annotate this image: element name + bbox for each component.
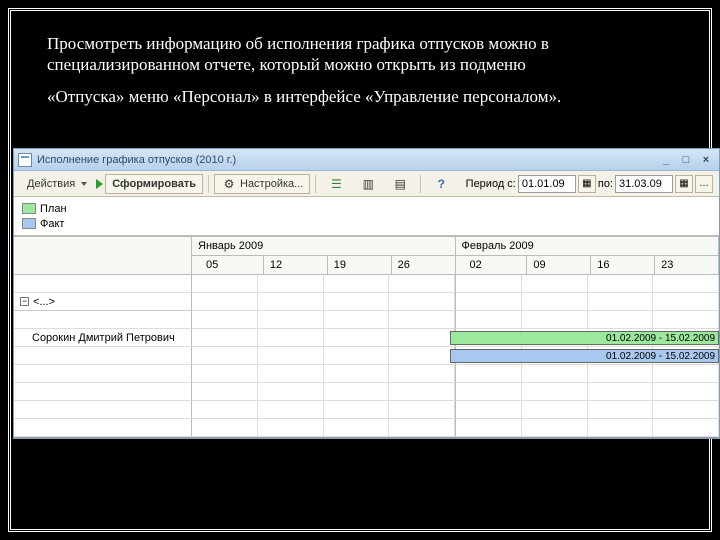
run-arrow-icon	[96, 179, 103, 189]
week-cell: 19	[328, 256, 392, 275]
page-icon: ▥	[360, 176, 376, 192]
separator	[315, 175, 316, 193]
fact-label: Факт	[40, 218, 64, 230]
spacer-row	[14, 311, 719, 329]
toolbar: Действия Сформировать ⚙ Настройка... ☰ ▥…	[14, 171, 719, 197]
spacer-row	[14, 383, 719, 401]
fact-swatch	[22, 218, 36, 229]
generate-button[interactable]: Сформировать	[105, 174, 203, 194]
sheet-icon: ▤	[392, 176, 408, 192]
plan-swatch	[22, 203, 36, 214]
help-button[interactable]: ?	[426, 174, 456, 194]
fact-bar[interactable]: 01.02.2009 - 15.02.2009	[450, 349, 719, 363]
generate-label: Сформировать	[112, 178, 196, 190]
gantt-grid: Январь 2009 Февраль 2009 05 12 19 26 02 …	[14, 236, 719, 438]
legend-plan: План	[22, 201, 711, 216]
plan-label: План	[40, 203, 67, 215]
legend-fact: Факт	[22, 216, 711, 231]
name-column-header	[14, 237, 192, 275]
fact-bar-label: 01.02.2009 - 15.02.2009	[606, 351, 715, 362]
actions-menu[interactable]: Действия	[20, 174, 94, 194]
chevron-down-icon	[81, 182, 87, 186]
week-cell: 26	[392, 256, 456, 275]
maximize-button[interactable]: □	[677, 153, 695, 167]
spacer-row	[14, 275, 719, 293]
grid-body: − <...> Сорокин Дмитрий Петрович	[14, 275, 719, 437]
period-picker-icon[interactable]: …	[695, 175, 713, 193]
week-cell: 12	[264, 256, 328, 275]
plan-bar[interactable]: 01.02.2009 - 15.02.2009	[450, 331, 719, 345]
collapse-icon[interactable]: −	[20, 297, 29, 306]
list-icon: ☰	[328, 176, 344, 192]
window-title: Исполнение графика отпусков (2010 г.)	[37, 154, 655, 166]
document-icon	[18, 153, 32, 167]
close-button[interactable]: ×	[697, 153, 715, 167]
description-block: Просмотреть информацию об исполнения гра…	[11, 11, 709, 125]
week-cell: 09	[527, 256, 591, 275]
week-cell: 16	[591, 256, 655, 275]
calendar-to-icon[interactable]: ▦	[675, 175, 693, 193]
week-cell: 05	[192, 256, 264, 275]
titlebar[interactable]: Исполнение графика отпусков (2010 г.) _ …	[14, 149, 719, 171]
tool-icon-3[interactable]: ▤	[385, 174, 415, 194]
employee-plan-row[interactable]: Сорокин Дмитрий Петрович 01.02.2009 - 15…	[14, 329, 719, 347]
period-from-label: Период с:	[466, 178, 516, 190]
plan-bar-label: 01.02.2009 - 15.02.2009	[606, 333, 715, 344]
spacer-row	[14, 401, 719, 419]
group-row[interactable]: − <...>	[14, 293, 719, 311]
period-to-input[interactable]	[615, 175, 673, 193]
tool-icon-2[interactable]: ▥	[353, 174, 383, 194]
month-columns: Январь 2009 Февраль 2009 05 12 19 26 02 …	[192, 237, 719, 275]
settings-button[interactable]: ⚙ Настройка...	[214, 174, 310, 194]
description-line-2: «Отпуска» меню «Персонал» в интерфейсе «…	[47, 86, 679, 107]
period-from-input[interactable]	[518, 175, 576, 193]
calendar-from-icon[interactable]: ▦	[578, 175, 596, 193]
employee-name: Сорокин Дмитрий Петрович	[32, 332, 175, 344]
grid-header: Январь 2009 Февраль 2009 05 12 19 26 02 …	[14, 236, 719, 275]
period-to-label: по:	[598, 178, 613, 190]
spacer-row	[14, 419, 719, 437]
minimize-button[interactable]: _	[657, 153, 675, 167]
tool-icon-1[interactable]: ☰	[321, 174, 351, 194]
settings-label: Настройка...	[240, 178, 303, 190]
actions-label: Действия	[27, 178, 75, 190]
description-line-1: Просмотреть информацию об исполнения гра…	[47, 33, 679, 76]
app-window: Исполнение графика отпусков (2010 г.) _ …	[13, 148, 720, 439]
gear-icon: ⚙	[221, 176, 237, 192]
month-1-label: Январь 2009	[192, 237, 456, 256]
separator	[208, 175, 209, 193]
help-icon: ?	[433, 176, 449, 192]
group-label: <...>	[33, 296, 55, 308]
week-cell: 02	[456, 256, 528, 275]
spacer-row	[14, 365, 719, 383]
legend: План Факт	[14, 197, 719, 236]
employee-fact-row[interactable]: 01.02.2009 - 15.02.2009	[14, 347, 719, 365]
separator	[420, 175, 421, 193]
month-2-label: Февраль 2009	[456, 237, 720, 256]
week-cell: 23	[655, 256, 719, 275]
